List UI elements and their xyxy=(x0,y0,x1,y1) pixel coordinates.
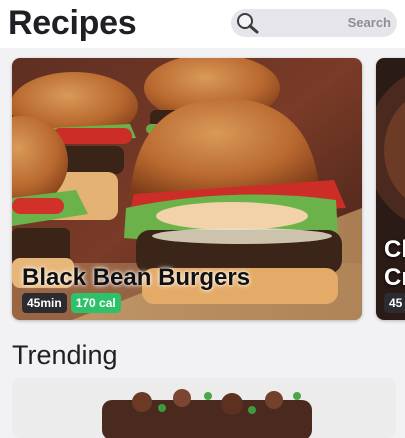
search-input[interactable]: Search xyxy=(348,9,391,37)
page-title: Recipes xyxy=(8,4,137,42)
time-badge: 45 xyxy=(384,293,405,313)
search-bar[interactable]: Search xyxy=(231,9,397,37)
search-icon xyxy=(237,13,259,34)
recipe-title: Black Bean Burgers xyxy=(22,264,251,291)
trending-photo xyxy=(12,378,396,438)
trending-card[interactable] xyxy=(12,378,396,438)
app-header: Recipes Search xyxy=(0,0,405,48)
recipe-badges: 45 xyxy=(384,293,405,313)
recipe-card[interactable]: Black Bean Burgers 45min 170 cal xyxy=(12,58,362,320)
recipe-badges: 45min 170 cal xyxy=(22,293,121,313)
recipe-title: Ch Cr xyxy=(384,236,405,291)
recipe-card[interactable]: Ch Cr 45 xyxy=(376,58,405,320)
time-badge: 45min xyxy=(22,293,67,313)
calorie-badge: 170 cal xyxy=(70,293,121,313)
section-title-trending: Trending xyxy=(12,340,118,370)
featured-carousel[interactable]: Black Bean Burgers 45min 170 cal Ch Cr 4… xyxy=(0,56,405,326)
